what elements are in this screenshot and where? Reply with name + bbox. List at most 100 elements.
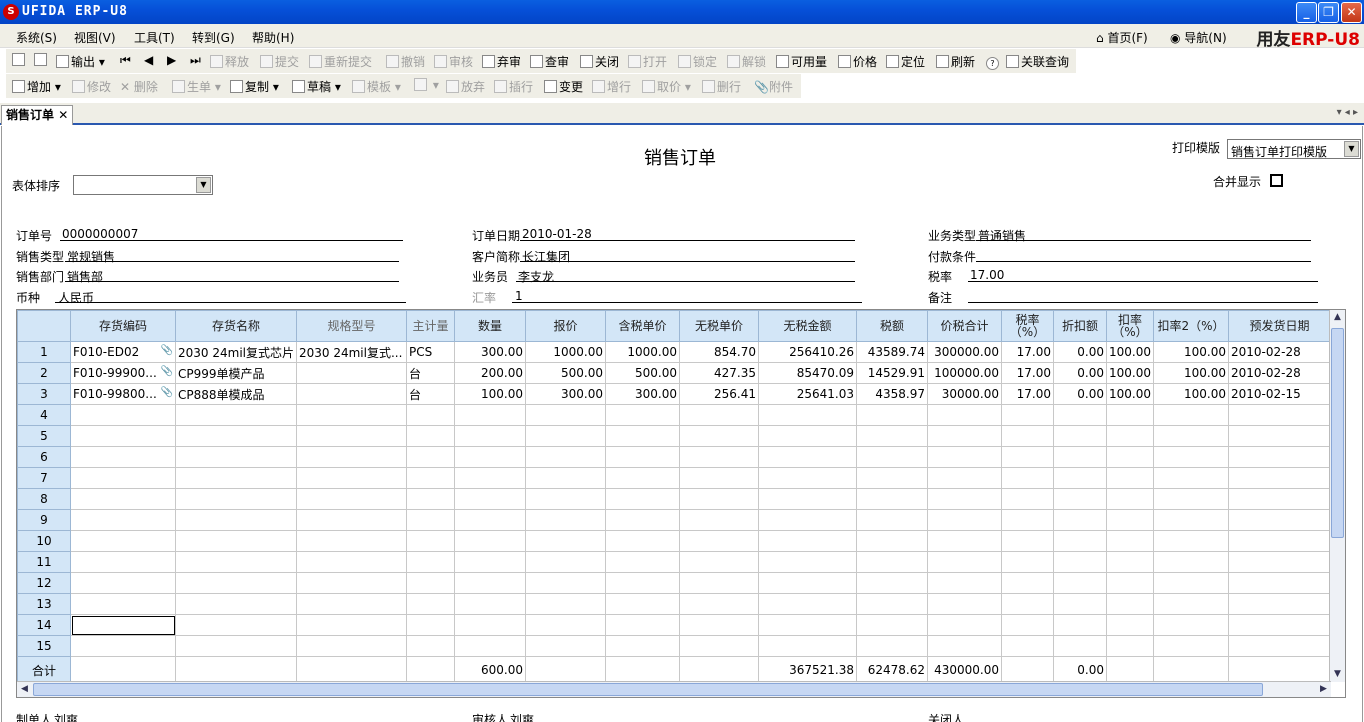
column-header[interactable]: 含税单价 bbox=[604, 310, 680, 342]
table-cell[interactable] bbox=[855, 404, 928, 426]
table-cell[interactable] bbox=[1227, 509, 1331, 531]
table-cell[interactable]: F010-ED02 📎 bbox=[70, 341, 176, 363]
table-cell[interactable] bbox=[295, 446, 407, 468]
table-cell[interactable] bbox=[175, 551, 297, 573]
template-button[interactable]: 模板 ▾ bbox=[352, 78, 401, 95]
table-cell[interactable] bbox=[604, 425, 680, 447]
table-cell[interactable]: 200.00 bbox=[453, 362, 526, 384]
table-cell[interactable] bbox=[604, 467, 680, 489]
table-cell[interactable] bbox=[295, 425, 407, 447]
close-window-button[interactable]: ✕ bbox=[1341, 2, 1362, 23]
table-cell[interactable] bbox=[926, 467, 1002, 489]
table-cell[interactable]: 427.35 bbox=[678, 362, 759, 384]
table-cell[interactable] bbox=[1052, 404, 1107, 426]
table-cell[interactable] bbox=[1000, 488, 1054, 510]
table-cell[interactable] bbox=[295, 614, 407, 636]
column-header[interactable]: 税额 bbox=[855, 310, 928, 342]
table-cell[interactable] bbox=[405, 509, 455, 531]
table-row[interactable]: 2 F010-99900... 📎 CP999单模产品台 200.00 500.00 500… bbox=[17, 362, 1331, 384]
table-cell[interactable] bbox=[1000, 509, 1054, 531]
table-cell[interactable] bbox=[175, 404, 297, 426]
table-cell[interactable] bbox=[70, 530, 176, 552]
locate-button[interactable]: 定位 bbox=[886, 53, 925, 70]
table-cell[interactable] bbox=[295, 362, 407, 384]
table-cell[interactable] bbox=[453, 467, 526, 489]
table-cell[interactable]: 500.00 bbox=[524, 362, 606, 384]
table-cell[interactable]: 2010-02-28 bbox=[1227, 341, 1331, 363]
table-cell[interactable] bbox=[757, 635, 857, 657]
table-cell[interactable]: 台 bbox=[405, 383, 455, 405]
add-row-button[interactable]: 增行 bbox=[592, 78, 631, 95]
save-button[interactable]: ▾ bbox=[414, 78, 439, 92]
table-cell[interactable] bbox=[175, 572, 297, 594]
table-cell[interactable] bbox=[757, 488, 857, 510]
table-row[interactable]: 10 bbox=[17, 530, 1331, 552]
table-cell[interactable] bbox=[757, 425, 857, 447]
resubmit-button[interactable]: 重新提交 bbox=[309, 53, 372, 70]
table-row[interactable]: 13 bbox=[17, 593, 1331, 615]
column-header[interactable]: 存货名称 bbox=[175, 310, 297, 342]
open-button[interactable]: 打开 bbox=[628, 53, 667, 70]
table-cell[interactable] bbox=[175, 446, 297, 468]
table-cell[interactable] bbox=[524, 635, 606, 657]
column-header[interactable] bbox=[17, 310, 71, 342]
print-button[interactable] bbox=[12, 53, 27, 67]
table-cell[interactable] bbox=[405, 593, 455, 615]
menu-help[interactable]: 帮助(H) bbox=[252, 29, 294, 46]
biz-type-field[interactable] bbox=[976, 227, 1311, 241]
table-cell[interactable] bbox=[1227, 572, 1331, 594]
table-cell[interactable]: 2030 24mil复式... bbox=[295, 341, 407, 363]
table-row[interactable]: 1 F010-ED02 📎 2030 24mil复式芯片 2030 24mil复式...… bbox=[17, 341, 1331, 363]
table-cell[interactable] bbox=[1000, 614, 1054, 636]
table-row[interactable]: 3 F010-99800... 📎 CP888单模成品台 100.00 300.00 300… bbox=[17, 383, 1331, 405]
table-cell[interactable] bbox=[757, 572, 857, 594]
print-template-select[interactable]: 销售订单打印模版 ▼ bbox=[1227, 139, 1361, 159]
table-cell[interactable] bbox=[1000, 593, 1054, 615]
table-cell[interactable] bbox=[678, 404, 759, 426]
table-cell[interactable] bbox=[604, 593, 680, 615]
table-cell[interactable]: 100.00 bbox=[1152, 362, 1229, 384]
table-cell[interactable] bbox=[926, 551, 1002, 573]
table-cell[interactable]: 500.00 bbox=[604, 362, 680, 384]
prev-record-button[interactable]: ◀ bbox=[144, 53, 153, 67]
table-cell[interactable] bbox=[70, 404, 176, 426]
table-cell[interactable] bbox=[453, 446, 526, 468]
table-cell[interactable] bbox=[453, 572, 526, 594]
available-qty-button[interactable]: 可用量 bbox=[776, 53, 827, 70]
column-header[interactable]: 数量 bbox=[453, 310, 526, 342]
table-cell[interactable] bbox=[295, 404, 407, 426]
table-cell[interactable] bbox=[855, 572, 928, 594]
table-cell[interactable] bbox=[175, 530, 297, 552]
insert-row-button[interactable]: 插行 bbox=[494, 78, 533, 95]
table-cell[interactable] bbox=[453, 530, 526, 552]
table-row[interactable]: 14 bbox=[17, 614, 1331, 636]
table-cell[interactable] bbox=[453, 635, 526, 657]
table-cell[interactable]: 854.70 bbox=[678, 341, 759, 363]
table-cell[interactable] bbox=[1227, 614, 1331, 636]
table-cell[interactable]: 30000.00 bbox=[926, 383, 1002, 405]
table-cell[interactable] bbox=[1227, 488, 1331, 510]
table-cell[interactable] bbox=[524, 467, 606, 489]
table-row[interactable]: 12 bbox=[17, 572, 1331, 594]
table-cell[interactable]: 1000.00 bbox=[604, 341, 680, 363]
table-cell[interactable]: 43589.74 bbox=[855, 341, 928, 363]
table-cell[interactable] bbox=[855, 488, 928, 510]
table-cell[interactable] bbox=[1000, 635, 1054, 657]
table-cell[interactable] bbox=[926, 530, 1002, 552]
table-cell[interactable] bbox=[678, 467, 759, 489]
table-cell[interactable] bbox=[1105, 446, 1154, 468]
draft-button[interactable]: 草稿 ▾ bbox=[292, 78, 341, 95]
menu-tools[interactable]: 工具(T) bbox=[134, 29, 175, 46]
table-cell[interactable] bbox=[295, 593, 407, 615]
table-cell[interactable] bbox=[604, 635, 680, 657]
table-cell[interactable] bbox=[1052, 467, 1107, 489]
related-query-button[interactable]: 关联查询 bbox=[1006, 53, 1069, 70]
table-cell[interactable] bbox=[1105, 467, 1154, 489]
help-button[interactable]: ? bbox=[986, 53, 1001, 70]
table-cell[interactable] bbox=[524, 593, 606, 615]
table-cell[interactable] bbox=[757, 467, 857, 489]
table-cell[interactable] bbox=[855, 446, 928, 468]
table-cell[interactable] bbox=[453, 404, 526, 426]
table-cell[interactable] bbox=[453, 593, 526, 615]
table-cell[interactable] bbox=[1000, 425, 1054, 447]
